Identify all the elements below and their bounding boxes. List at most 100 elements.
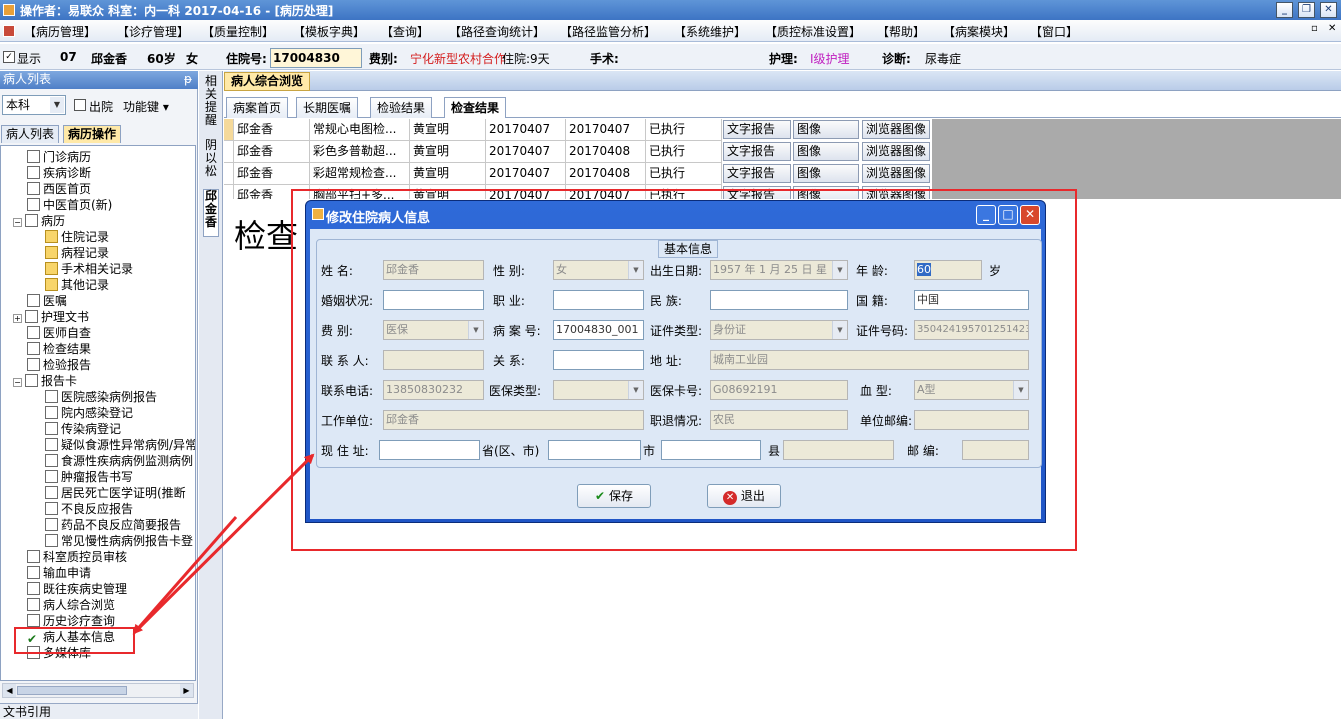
vtab-reminder[interactable]: 相关提醒 xyxy=(204,75,218,127)
image-button[interactable]: 图像 xyxy=(793,120,859,139)
browser-image-button[interactable]: 浏览器图像 xyxy=(862,142,930,161)
function-key-menu[interactable]: 功能键 ▾ xyxy=(123,98,169,115)
image-button[interactable]: 图像 xyxy=(793,164,859,183)
tree-item[interactable]: 输血申请 xyxy=(27,565,91,581)
image-button[interactable]: 图像 xyxy=(793,142,859,161)
menu-path-supervision[interactable]: 【路径监管分析】 xyxy=(560,23,656,40)
tree-item[interactable]: 手术相关记录 xyxy=(45,261,133,277)
restore-icon[interactable]: ❐ xyxy=(1298,2,1315,18)
menu-system-maintenance[interactable]: 【系统维护】 xyxy=(674,23,746,40)
document-icon xyxy=(45,470,58,483)
tab-exam-results[interactable]: 检查结果 xyxy=(444,97,507,118)
tree-label: 手术相关记录 xyxy=(61,262,134,276)
sub-tabbar: 病案首页 长期医嘱 检验结果 检查结果 xyxy=(224,96,1341,118)
tree-item[interactable]: 门诊病历 xyxy=(27,149,91,165)
tree-item[interactable]: 疑似食源性异常病例/异常 xyxy=(45,437,195,453)
menu-query[interactable]: 【查询】 xyxy=(381,23,429,40)
tab-patient-overview[interactable]: 病人综合浏览 xyxy=(224,72,311,91)
menu-case-module[interactable]: 【病案模块】 xyxy=(943,23,1015,40)
browser-image-button[interactable]: 浏览器图像 xyxy=(862,120,930,139)
menu-template-dictionary[interactable]: 【模板字典】 xyxy=(293,23,365,40)
horizontal-scrollbar[interactable]: ◀ ▶ xyxy=(2,683,194,698)
tree-item[interactable]: 医院感染病例报告 xyxy=(45,389,157,405)
scroll-left-icon[interactable]: ◀ xyxy=(3,684,16,697)
tree-item[interactable]: 病人综合浏览 xyxy=(27,597,115,613)
show-checkbox[interactable]: ✓ xyxy=(3,51,15,63)
window-titlebar: 操作者：易联众 科室：内一科 2017-04-16 - [病历处理] _ ❐ ✕ xyxy=(0,0,1341,20)
minimize-icon[interactable]: _ xyxy=(1276,2,1293,18)
tree-item[interactable]: 病程记录 xyxy=(45,245,109,261)
tree-label: 病程记录 xyxy=(61,246,110,260)
tree-item[interactable]: 食源性疾病病例监测病例 xyxy=(45,453,193,469)
tree-item[interactable]: 医嘱 xyxy=(27,293,67,309)
dept-select[interactable]: 本科 ▼ xyxy=(2,95,66,115)
menu-qc-standard[interactable]: 【质控标准设置】 xyxy=(765,23,861,40)
tab-case-front[interactable]: 病案首页 xyxy=(226,97,289,118)
menu-path-query-stats[interactable]: 【路径查询统计】 xyxy=(449,23,545,40)
expand-icon[interactable]: + xyxy=(13,314,22,323)
tree-item[interactable]: 不良反应报告 xyxy=(45,501,133,517)
doc-reference-label[interactable]: 文书引用 xyxy=(0,703,198,719)
browser-image-button[interactable]: 浏览器图像 xyxy=(862,164,930,183)
menu-bar: 【病历管理】 【诊疗管理】 【质量控制】 【模板字典】 【查询】 【路径查询统计… xyxy=(0,20,1341,42)
tree-item[interactable]: 既往疾病史管理 xyxy=(27,581,127,597)
menu-diagnosis-management[interactable]: 【诊疗管理】 xyxy=(117,23,189,40)
cell-item: 常规心电图检... xyxy=(310,119,410,141)
tree-item[interactable]: 医师自查 xyxy=(27,325,91,341)
scroll-right-icon[interactable]: ▶ xyxy=(180,684,193,697)
tree-item[interactable]: 住院记录 xyxy=(45,229,109,245)
surgery-label: 手术: xyxy=(590,52,619,66)
tree-item[interactable]: 传染病登记 xyxy=(45,421,121,437)
highlight-box-tree-item xyxy=(14,627,135,654)
collapse-icon[interactable]: − xyxy=(13,378,22,387)
tree-item[interactable]: 检验报告 xyxy=(27,357,91,373)
menu-help[interactable]: 【帮助】 xyxy=(877,23,925,40)
scroll-thumb[interactable] xyxy=(17,686,127,695)
tab-patient-list[interactable]: 病人列表 xyxy=(1,125,60,143)
table-row[interactable]: 邱金香 彩超常规检查... 黄宣明 20170407 20170408 已执行 … xyxy=(224,163,932,185)
tree-item[interactable]: + 护理文书 xyxy=(13,309,89,325)
tree-item[interactable]: 科室质控员审核 xyxy=(27,549,127,565)
patient-age: 60岁 xyxy=(147,52,176,66)
vtab-name[interactable]: 阴以松 xyxy=(204,139,218,178)
tree-item[interactable]: 肿瘤报告书写 xyxy=(45,469,133,485)
text-report-button[interactable]: 文字报告 xyxy=(723,120,791,139)
document-tabbar: 病人综合浏览 xyxy=(224,71,1341,91)
tree-label: 门诊病历 xyxy=(43,150,92,164)
tree-item[interactable]: 中医首页(新) xyxy=(27,197,112,213)
document-icon xyxy=(27,198,40,211)
table-row[interactable]: 邱金香 彩色多普勒超... 黄宣明 20170407 20170408 已执行 … xyxy=(224,141,932,163)
collapse-icon[interactable]: − xyxy=(13,218,22,227)
tree-item[interactable]: 其他记录 xyxy=(45,277,109,293)
tree-item[interactable]: 居民死亡医学证明(推断 xyxy=(45,485,186,501)
menu-window[interactable]: 【窗口】 xyxy=(1030,23,1078,40)
pin-icon[interactable]: ᵽ xyxy=(184,71,192,88)
tree-item[interactable]: 药品不良反应简要报告 xyxy=(45,517,181,533)
text-report-button[interactable]: 文字报告 xyxy=(723,142,791,161)
tree-item[interactable]: 常见慢性病病例报告卡登 xyxy=(45,533,193,549)
cell-doctor: 黄宣明 xyxy=(410,141,486,163)
menu-quality-control[interactable]: 【质量控制】 xyxy=(202,23,274,40)
tree-item[interactable]: 院内感染登记 xyxy=(45,405,133,421)
folder-icon xyxy=(45,262,58,275)
tree-item[interactable]: 西医首页 xyxy=(27,181,91,197)
tree-label: 西医首页 xyxy=(43,182,92,196)
admission-number-field[interactable]: 17004830 xyxy=(270,48,362,68)
tab-lab-results[interactable]: 检验结果 xyxy=(370,97,433,118)
text-report-button[interactable]: 文字报告 xyxy=(723,164,791,183)
tree-item[interactable]: 检查结果 xyxy=(27,341,91,357)
tree-item[interactable]: − 报告卡 xyxy=(13,373,77,389)
vtab-patient[interactable]: 邱金香 xyxy=(203,189,219,237)
tree-item[interactable]: 疾病诊断 xyxy=(27,165,91,181)
tab-record-operation[interactable]: 病历操作 xyxy=(63,125,122,143)
tab-long-term-orders[interactable]: 长期医嘱 xyxy=(296,97,359,118)
mdi-restore-icon[interactable]: ▫ xyxy=(1311,23,1318,34)
discharge-checkbox[interactable] xyxy=(74,99,86,111)
tree-item[interactable]: − 病历 xyxy=(13,213,65,229)
menu-record-management[interactable]: 【病历管理】 xyxy=(24,23,96,40)
fee-label: 费别: xyxy=(369,52,398,66)
cell-name: 邱金香 xyxy=(234,119,310,141)
table-row[interactable]: 邱金香 常规心电图检... 黄宣明 20170407 20170407 已执行 … xyxy=(224,119,932,141)
mdi-close-icon[interactable]: ✕ xyxy=(1328,23,1336,34)
close-icon[interactable]: ✕ xyxy=(1320,2,1337,18)
